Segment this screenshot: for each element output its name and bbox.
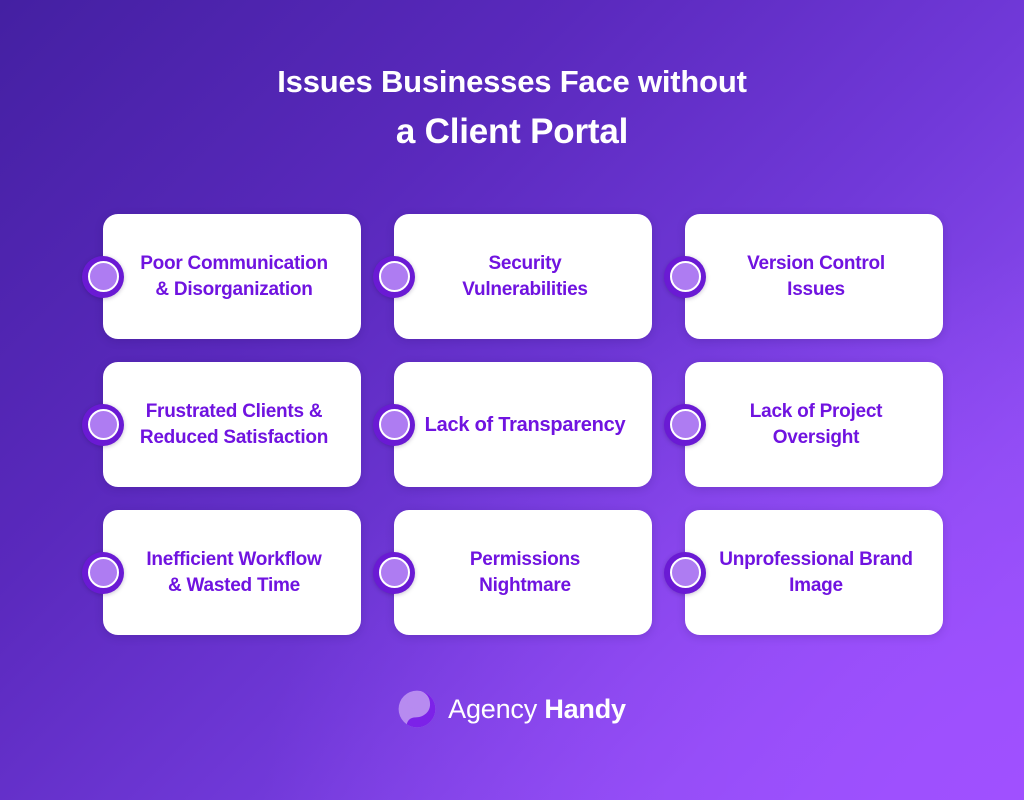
issue-card-label: Security Vulnerabilities <box>462 252 588 300</box>
issue-card-label: Unprofessional Brand Image <box>719 548 913 596</box>
issue-card-2[interactable]: Security Vulnerabilities <box>373 214 652 339</box>
bullet-circle-icon <box>82 551 124 594</box>
bullet-circle-icon <box>373 551 415 594</box>
issue-card-label: Lack of Project Oversight <box>749 400 883 448</box>
issue-card-3[interactable]: Version Control Issues <box>664 214 943 339</box>
bullet-circle-icon <box>664 255 706 298</box>
issue-card-4[interactable]: Frustrated Clients & Reduced Satisfactio… <box>82 362 361 487</box>
issue-card-label: Frustrated Clients & Reduced Satisfactio… <box>139 400 329 448</box>
issue-card-8[interactable]: Permissions Nightmare <box>373 510 652 635</box>
issue-card-5[interactable]: Lack of Transparency <box>373 362 652 487</box>
bullet-circle-inner <box>378 409 410 440</box>
issue-card-label: Inefficient Workflow & Wasted Time <box>146 548 322 596</box>
bullet-circle-inner <box>378 261 410 292</box>
title-line-1: Issues Businesses Face without <box>277 64 747 99</box>
bullet-circle-inner <box>378 557 410 588</box>
bullet-circle-icon <box>664 551 706 594</box>
bullet-circle-inner <box>87 557 119 588</box>
infographic-canvas: Issues Businesses Face without a Client … <box>0 0 1024 800</box>
bullet-circle-icon <box>664 403 706 446</box>
issue-card-label: Permissions Nightmare <box>469 548 581 596</box>
bullet-circle-inner <box>87 409 119 440</box>
bullet-circle-icon <box>82 255 124 298</box>
title-line-2: a Client Portal <box>395 112 629 151</box>
brand-footer: Agency Handy <box>0 690 1024 728</box>
issue-card-label: Poor Communication & Disorganization <box>140 252 328 300</box>
issue-card-6[interactable]: Lack of Project Oversight <box>664 362 943 487</box>
issue-card-label: Lack of Transparency <box>424 413 626 436</box>
issue-card-1[interactable]: Poor Communication & Disorganization <box>82 214 361 339</box>
agency-handy-swirl-logo-icon <box>398 690 436 728</box>
bullet-circle-icon <box>82 403 124 446</box>
bullet-circle-inner <box>87 261 119 292</box>
brand-name-light: Agency <box>448 694 537 724</box>
issue-card-7[interactable]: Inefficient Workflow & Wasted Time <box>82 510 361 635</box>
bullet-circle-inner <box>669 409 701 440</box>
issues-card-grid: Poor Communication & Disorganization Sec… <box>82 214 946 635</box>
bullet-circle-inner <box>669 261 701 292</box>
bullet-circle-icon <box>373 255 415 298</box>
issue-card-9[interactable]: Unprofessional Brand Image <box>664 510 943 635</box>
brand-name-bold: Handy <box>544 694 626 724</box>
bullet-circle-inner <box>669 557 701 588</box>
issue-card-label: Version Control Issues <box>747 252 885 300</box>
brand-wordmark: Agency Handy <box>448 693 626 725</box>
page-title: Issues Businesses Face without a Client … <box>0 58 1024 158</box>
bullet-circle-icon <box>373 403 415 446</box>
